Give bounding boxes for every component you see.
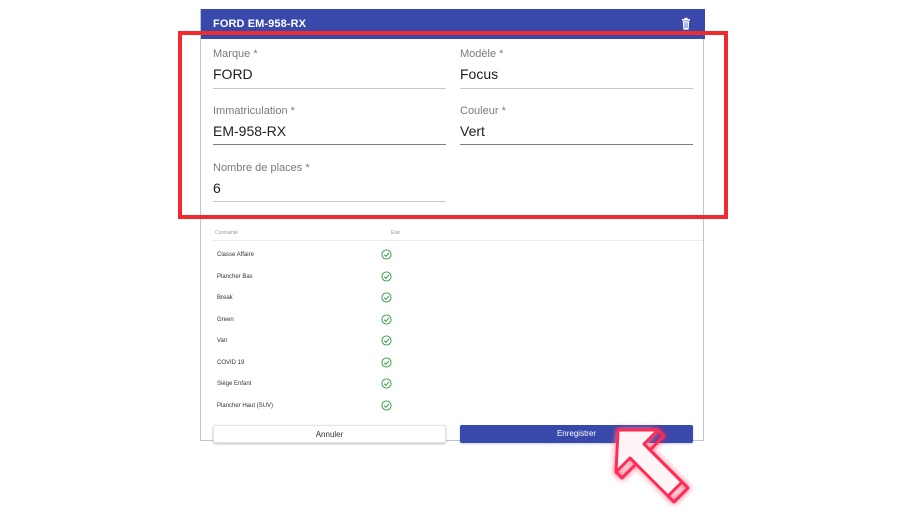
immatriculation-underline bbox=[213, 144, 446, 145]
card-title: FORD EM-958-RX bbox=[213, 18, 307, 30]
check-circle-icon bbox=[381, 335, 392, 346]
list-divider bbox=[213, 240, 703, 241]
constraint-row: Siège Enfant bbox=[201, 376, 705, 396]
constraint-name: Break bbox=[217, 295, 233, 301]
modele-input[interactable]: Focus bbox=[460, 66, 498, 82]
marque-underline bbox=[213, 88, 446, 89]
card-header: FORD EM-958-RX bbox=[201, 9, 705, 39]
col-etat-header: Etat bbox=[391, 230, 400, 236]
immatriculation-input[interactable]: EM-958-RX bbox=[213, 123, 286, 139]
constraint-name: Van bbox=[217, 338, 228, 344]
check-circle-icon bbox=[381, 292, 392, 303]
marque-input[interactable]: FORD bbox=[213, 66, 253, 82]
modele-underline bbox=[460, 88, 693, 89]
save-button[interactable]: Enregistrer bbox=[460, 425, 693, 443]
check-circle-icon bbox=[381, 356, 392, 368]
constraint-row: Van bbox=[201, 333, 705, 353]
marque-label: Marque * bbox=[213, 48, 258, 60]
constraint-row: Green bbox=[201, 312, 705, 332]
constraint-name: Classe Affaire bbox=[217, 252, 254, 258]
places-underline bbox=[213, 201, 446, 202]
vehicle-edit-card: FORD EM-958-RX Marque * FORD Modèle * Fo… bbox=[200, 9, 705, 443]
constraint-row: COVID 19 bbox=[201, 355, 705, 375]
constraint-row: Break bbox=[201, 290, 705, 310]
modele-label: Modèle * bbox=[460, 48, 504, 60]
constraint-name: Plancher Haut (SUV) bbox=[217, 402, 274, 409]
check-circle-icon bbox=[381, 378, 392, 389]
constraint-name: Siège Enfant bbox=[217, 381, 252, 387]
check-circle-icon bbox=[381, 313, 392, 325]
constraint-row: Classe Affaire bbox=[201, 247, 705, 267]
constraint-row: Plancher Bas bbox=[201, 269, 705, 289]
marque-field[interactable]: Marque * FORD bbox=[213, 48, 446, 89]
couleur-input[interactable]: Vert bbox=[460, 123, 485, 139]
check-circle-icon bbox=[381, 249, 392, 260]
places-input[interactable]: 6 bbox=[213, 180, 221, 196]
trash-icon[interactable] bbox=[679, 17, 693, 31]
couleur-underline bbox=[460, 144, 693, 145]
check-circle-icon bbox=[381, 270, 392, 282]
modele-field[interactable]: Modèle * Focus bbox=[460, 48, 693, 89]
immatriculation-field[interactable]: Immatriculation * EM-958-RX bbox=[213, 105, 446, 145]
check-circle-icon bbox=[381, 399, 392, 411]
constraint-name: COVID 19 bbox=[217, 359, 245, 366]
couleur-label: Couleur * bbox=[460, 105, 506, 117]
cancel-button[interactable]: Annuler bbox=[213, 425, 446, 443]
places-label: Nombre de places * bbox=[213, 162, 310, 174]
constraint-name: Plancher Bas bbox=[217, 273, 253, 280]
immatriculation-label: Immatriculation * bbox=[213, 105, 295, 117]
constraint-name: Green bbox=[217, 316, 234, 323]
places-field[interactable]: Nombre de places * 6 bbox=[213, 162, 446, 202]
col-contrainte-header: Contrainte bbox=[215, 230, 239, 236]
couleur-field[interactable]: Couleur * Vert bbox=[460, 105, 693, 145]
constraint-row: Plancher Haut (SUV) bbox=[201, 398, 705, 418]
